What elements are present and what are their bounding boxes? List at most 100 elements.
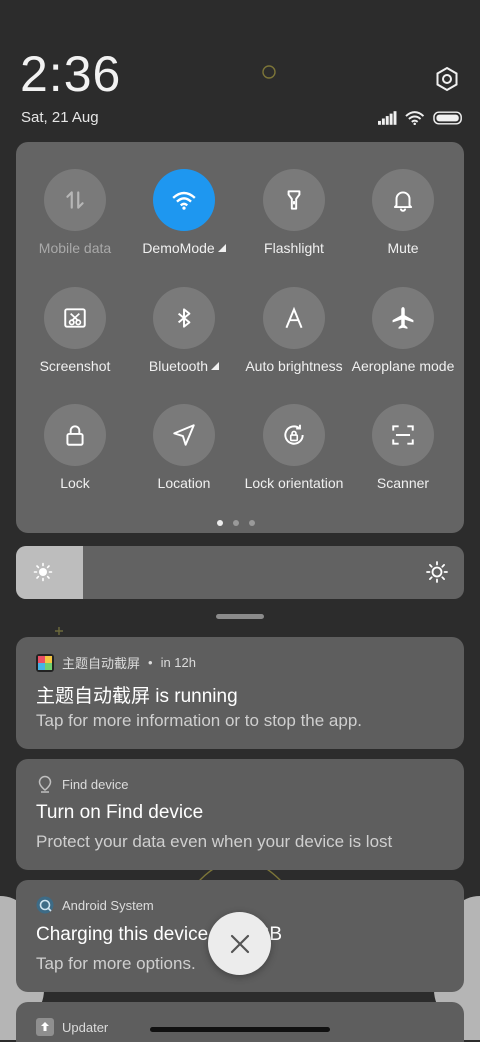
status-icons	[378, 108, 464, 128]
notification-time: in 12h	[160, 655, 196, 670]
tile-label-container: Auto brightness	[240, 358, 348, 374]
notification-app-name: Updater	[62, 1019, 109, 1035]
notification-header: Find device	[36, 775, 128, 793]
notification-body: Tap for more information or to stop the …	[36, 711, 363, 730]
drag-handle[interactable]	[216, 614, 264, 619]
notification-app-name: Find device	[62, 776, 129, 792]
location-pin-icon	[38, 775, 52, 793]
tile-label: Mobile data	[38, 240, 112, 256]
tile-label-container: Lock	[21, 475, 129, 491]
tile-scanner[interactable]: Scanner	[349, 404, 457, 514]
brightness-high-icon	[426, 561, 448, 583]
wifi-icon	[172, 191, 196, 210]
tile-label: Flashlight	[264, 240, 324, 256]
tile-toggle[interactable]	[44, 404, 106, 466]
tile-label-container: Lock orientation	[240, 475, 348, 491]
tile-lock-orientation[interactable]: Lock orientation	[240, 404, 348, 514]
tile-lock[interactable]: Lock	[21, 404, 129, 514]
tile-label: Auto brightness	[245, 358, 343, 374]
notification-title: Turn on Find device	[36, 802, 204, 823]
expand-indicator-icon	[217, 244, 226, 252]
tile-auto-brightness[interactable]: Auto brightness	[240, 287, 348, 397]
tile-toggle[interactable]	[153, 169, 215, 231]
tile-label-container: Location	[130, 475, 238, 491]
notification-card[interactable]: Updater	[16, 1002, 464, 1042]
tile-label-container: Mute	[349, 240, 457, 256]
mobile-data-icon	[66, 191, 84, 209]
notification-body: Protect your data even when your device …	[36, 832, 393, 851]
tile-label-container: DemoMode	[130, 240, 238, 256]
tile-label: DemoMode	[142, 240, 215, 256]
lock-icon	[66, 425, 84, 446]
tile-label-container: Bluetooth	[130, 358, 238, 374]
bluetooth-icon	[177, 308, 191, 328]
tile-toggle[interactable]	[153, 287, 215, 349]
home-indicator[interactable]	[150, 1027, 330, 1032]
tile-toggle[interactable]	[44, 169, 106, 231]
notification-app-name: Android System	[62, 897, 154, 913]
rotation-lock-icon	[284, 424, 304, 445]
tile-flashlight[interactable]: Flashlight	[240, 169, 348, 279]
brightness-low-icon	[33, 562, 53, 582]
tile-toggle[interactable]	[263, 169, 325, 231]
quick-settings-panel: Mobile data DemoMode Flashlight Mute Screens…	[16, 142, 464, 533]
tile-demomode[interactable]: DemoMode	[130, 169, 238, 279]
tile-label: Screenshot	[39, 358, 111, 374]
tile-label: Lock orientation	[244, 475, 344, 491]
tile-label: Scanner	[376, 475, 430, 491]
tile-label: Bluetooth	[148, 358, 209, 374]
tile-label-container: Scanner	[349, 475, 457, 491]
tile-toggle[interactable]	[372, 404, 434, 466]
notification-card[interactable]: 主题自动截屏 • in 12h 主题自动截屏 is running Tap fo…	[16, 637, 464, 749]
tile-toggle[interactable]	[44, 287, 106, 349]
tile-label: Aeroplane mode	[351, 358, 455, 374]
tile-toggle[interactable]	[263, 287, 325, 349]
page-indicator	[217, 520, 255, 526]
tile-label: Mute	[387, 240, 419, 256]
tile-label-container: Aeroplane mode	[349, 358, 457, 374]
tile-screenshot[interactable]: Screenshot	[21, 287, 129, 397]
tile-aeroplane-mode[interactable]: Aeroplane mode	[349, 287, 457, 397]
clear-notifications-button[interactable]	[208, 912, 271, 975]
notification-header: 主题自动截屏 • in 12h	[36, 653, 196, 672]
android-system-icon	[36, 896, 54, 914]
auto-brightness-icon	[285, 306, 303, 329]
clock-time: 2:36	[20, 46, 122, 102]
location-icon	[173, 424, 195, 446]
tile-location[interactable]: Location	[130, 404, 238, 514]
notification-header: Android System	[36, 896, 154, 914]
signal-icon	[378, 111, 397, 125]
page-dot	[249, 520, 255, 526]
flashlight-icon	[287, 190, 301, 210]
notification-card[interactable]: Find device Turn on Find device Protect …	[16, 759, 464, 870]
bell-icon	[393, 191, 413, 212]
notification-app-name: 主题自动截屏	[62, 656, 141, 671]
expand-indicator-icon	[211, 362, 220, 370]
settings-gear-icon	[436, 66, 458, 92]
wifi-icon	[405, 111, 425, 125]
page-dot	[233, 520, 239, 526]
tile-toggle[interactable]	[372, 169, 434, 231]
tile-toggle[interactable]	[372, 287, 434, 349]
notification-title: 主题自动截屏 is running	[36, 686, 238, 707]
notification-separator: •	[148, 655, 153, 670]
battery-icon	[433, 111, 462, 125]
page-dot	[217, 520, 223, 526]
tile-label-container: Mobile data	[21, 240, 129, 256]
screenshot-icon	[64, 308, 86, 328]
tile-toggle[interactable]	[153, 404, 215, 466]
tile-bluetooth[interactable]: Bluetooth	[130, 287, 238, 397]
close-icon	[230, 934, 249, 953]
updater-icon	[36, 1018, 54, 1036]
notification-header: Updater	[36, 1018, 108, 1036]
tile-mute[interactable]: Mute	[349, 169, 457, 279]
brightness-slider[interactable]	[16, 546, 464, 599]
airplane-icon	[392, 307, 414, 329]
settings-button[interactable]	[432, 64, 462, 94]
tile-mobile-data[interactable]: Mobile data	[21, 169, 129, 279]
notification-body: Tap for more options.	[36, 954, 196, 973]
tile-toggle[interactable]	[263, 404, 325, 466]
tile-label-container: Screenshot	[21, 358, 129, 374]
tile-label: Location	[157, 475, 211, 491]
theme-app-icon	[36, 653, 54, 672]
